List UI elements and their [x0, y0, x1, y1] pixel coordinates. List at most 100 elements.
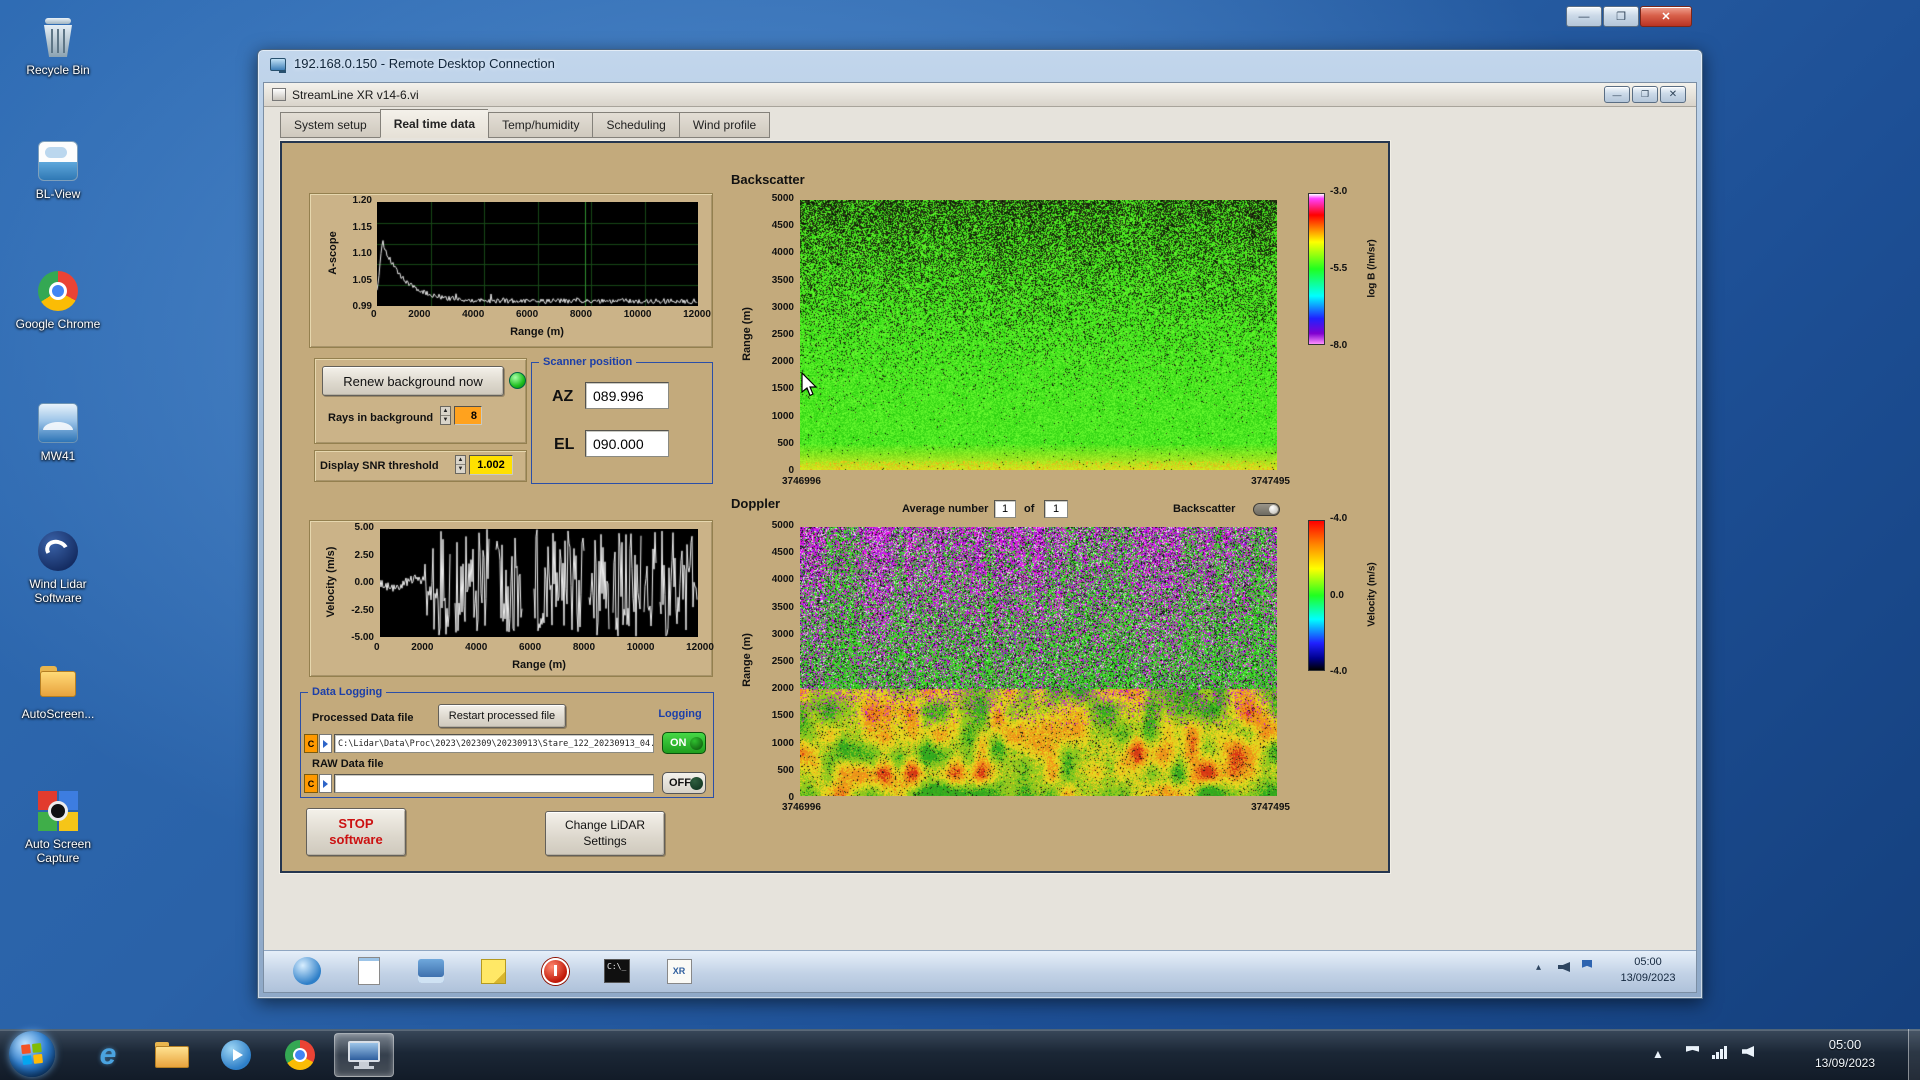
xr-glyph: XR [666, 958, 692, 984]
tick-label: -2.50 [351, 604, 374, 616]
folder-icon [35, 658, 81, 704]
spinner-up-icon[interactable]: ▲ [456, 456, 465, 465]
stop-line1: STOP [338, 815, 374, 831]
desktop-icon-label: Wind Lidar Software [29, 577, 87, 605]
average-total-field[interactable]: 1 [1044, 500, 1068, 518]
snr-value-field[interactable]: 1.002 [469, 455, 513, 475]
remote-cmd-icon[interactable]: C:\_ [600, 954, 634, 988]
renew-background-button[interactable]: Renew background now [322, 366, 504, 396]
remote-power-icon[interactable] [538, 954, 572, 988]
taskbar-ie-button[interactable]: e [78, 1033, 138, 1077]
desktop-icon-google-chrome[interactable]: Google Chrome [8, 268, 108, 332]
desktop-icon-recycle-bin[interactable]: Recycle Bin [8, 14, 108, 78]
on-label: ON [670, 737, 687, 749]
taskbar-rdp-button[interactable] [334, 1033, 394, 1077]
browse-file-icon[interactable] [319, 774, 332, 793]
processed-logging-toggle[interactable]: ON [662, 732, 706, 754]
display-mode-toggle[interactable] [1253, 503, 1280, 516]
desktop-icon-mw41[interactable]: MW41 [8, 400, 108, 464]
desktop-icon-autoscreen[interactable]: AutoScreen... [8, 658, 108, 722]
raw-data-file-label: RAW Data file [312, 758, 384, 770]
tab-system-setup[interactable]: System setup [280, 112, 380, 138]
recycle-bin-line [51, 29, 53, 53]
cmd-window: C:\_ [604, 959, 630, 983]
vi-restore-button[interactable]: ❐ [1632, 86, 1658, 103]
chrome-icon [285, 1040, 315, 1070]
taskbar-chrome-button[interactable] [270, 1033, 330, 1077]
monitor-screen [348, 1041, 380, 1062]
el-value-field[interactable]: 090.000 [585, 430, 669, 457]
desktop-icon-bl-view[interactable]: BL-View [8, 138, 108, 202]
tab-temp-humidity[interactable]: Temp/humidity [488, 112, 593, 138]
start-button[interactable] [9, 1031, 55, 1077]
doppler-heatmap-canvas [800, 527, 1277, 796]
rays-value: 8 [470, 409, 477, 422]
rdp-maximize-button[interactable]: ❐ [1603, 6, 1639, 27]
tick-label: -4.0 [1330, 513, 1348, 524]
remote-network-monitor-icon[interactable] [414, 954, 448, 988]
tick-label: 4500 [771, 220, 794, 232]
maximize-icon: ❐ [1616, 11, 1626, 23]
change-lidar-settings-button[interactable]: Change LiDAR Settings [545, 811, 665, 856]
show-desktop-button[interactable] [1908, 1029, 1920, 1080]
remote-clock-date: 13/09/2023 [1620, 971, 1676, 984]
rays-spinner[interactable]: ▲ ▼ [440, 406, 451, 425]
snr-spinner[interactable]: ▲ ▼ [455, 455, 466, 474]
remote-tray-chevron-icon[interactable]: ▴ [1536, 962, 1541, 973]
vi-minimize-button[interactable]: — [1604, 86, 1630, 103]
processed-path-field[interactable]: C:\Lidar\Data\Proc\2023\202309\20230913\… [334, 734, 654, 753]
bl-view-cloud [45, 147, 67, 158]
taskbar-media-player-button[interactable] [206, 1033, 266, 1077]
average-number-field[interactable]: 1 [994, 500, 1016, 518]
desktop-icon-label: BL-View [35, 187, 81, 201]
vi-close-button[interactable]: ✕ [1660, 86, 1686, 103]
tab-wind-profile[interactable]: Wind profile [678, 112, 771, 138]
remote-clock[interactable]: 05:00 13/09/2023 [1606, 955, 1690, 987]
tick-label: 3000 [771, 301, 794, 313]
tick-label: 3500 [771, 274, 794, 286]
tick-label: 3500 [771, 601, 794, 613]
rdp-close-button[interactable]: ✕ [1640, 6, 1692, 27]
remote-xr-app-icon[interactable]: XR [662, 954, 696, 988]
tick-label: 4000 [771, 247, 794, 259]
tab-real-time-data[interactable]: Real time data [379, 109, 489, 138]
desktop-icon-wind-lidar[interactable]: Wind Lidar Software [8, 528, 108, 606]
raw-logging-toggle[interactable]: OFF [662, 772, 706, 794]
az-label: AZ [552, 388, 574, 405]
desktop-icon-auto-screen-capture[interactable]: Auto Screen Capture [8, 788, 108, 866]
ascope-x-label: Range (m) [510, 326, 564, 338]
tick-label: 0.0 [1330, 589, 1344, 601]
tray-chevron-icon[interactable]: ▲ [1652, 1048, 1664, 1060]
raw-path-field[interactable] [334, 774, 654, 793]
mouse-cursor [801, 372, 818, 397]
processed-drive-selector[interactable]: C [304, 734, 318, 753]
restart-processed-file-button[interactable]: Restart processed file [438, 704, 566, 728]
remote-sticky-notes-icon[interactable] [476, 954, 510, 988]
restore-icon: ❐ [1640, 89, 1650, 99]
taskbar-explorer-button[interactable] [142, 1033, 202, 1077]
folder-body [40, 671, 76, 697]
flag-red [21, 1044, 31, 1055]
tab-scheduling[interactable]: Scheduling [592, 112, 679, 138]
tray-clock[interactable]: 05:00 13/09/2023 [1790, 1036, 1900, 1072]
bar [1720, 1049, 1723, 1059]
rays-value-field[interactable]: 8 [454, 406, 482, 425]
spinner-down-icon[interactable]: ▼ [456, 465, 465, 473]
monitor-base [354, 1066, 374, 1069]
spinner-up-icon[interactable]: ▲ [441, 407, 450, 416]
spinner-down-icon[interactable]: ▼ [441, 416, 450, 424]
tray-network-icon[interactable] [1712, 1046, 1727, 1059]
raw-drive-selector[interactable]: C [304, 774, 318, 793]
flag-green [31, 1043, 42, 1053]
remote-browser-icon[interactable] [290, 954, 324, 988]
rdp-minimize-button[interactable]: — [1566, 6, 1602, 27]
backscatter-heatmap-canvas [800, 200, 1277, 470]
tick-label: 1.05 [352, 274, 372, 286]
tick-label: 0.99 [352, 301, 372, 312]
remote-notepad-icon[interactable] [352, 954, 386, 988]
snr-value: 1.002 [477, 459, 505, 471]
stop-software-button[interactable]: STOP software [306, 808, 406, 856]
browse-file-icon[interactable] [319, 734, 332, 753]
tick-label: 2000 [408, 309, 431, 320]
az-value-field[interactable]: 089.996 [585, 382, 669, 409]
